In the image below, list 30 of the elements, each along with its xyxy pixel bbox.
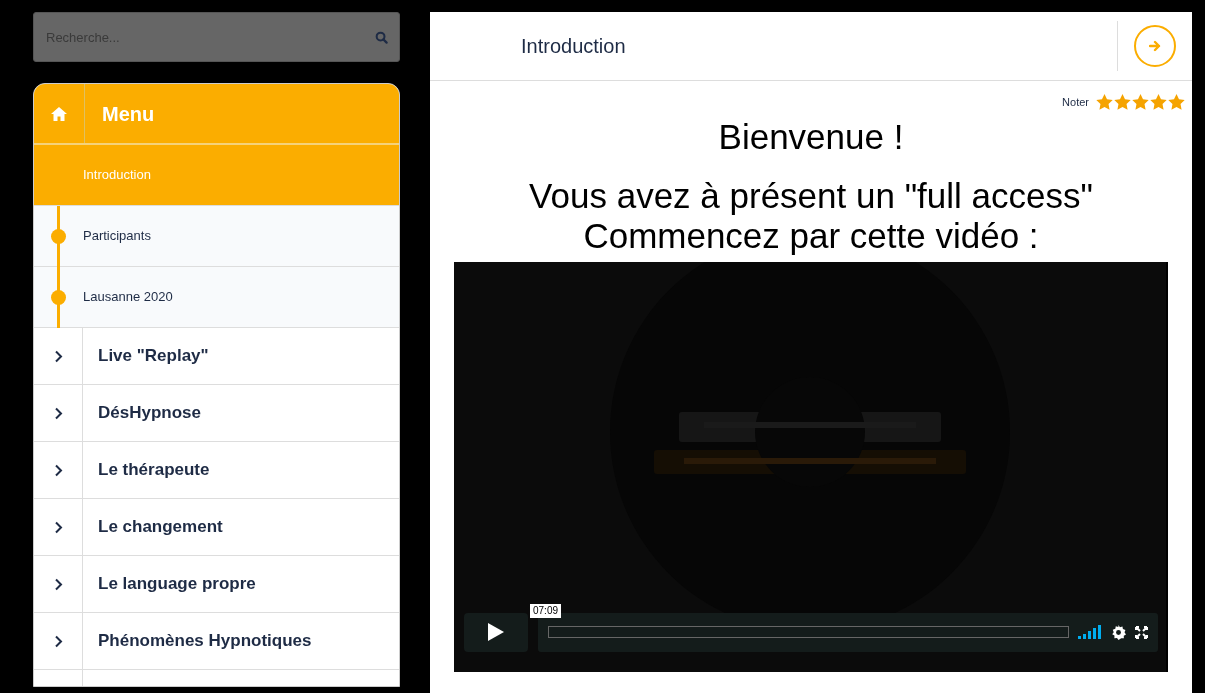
next-button[interactable] bbox=[1134, 25, 1176, 67]
rating-label: Noter bbox=[1062, 95, 1089, 110]
intro-text: Commencez par cette vidéo : bbox=[583, 215, 1039, 256]
progress-track[interactable] bbox=[548, 626, 1069, 638]
section-item[interactable]: Live "Replay" bbox=[34, 328, 399, 385]
star-icon[interactable] bbox=[1114, 94, 1131, 111]
home-icon[interactable] bbox=[50, 105, 68, 122]
fullscreen-icon[interactable] bbox=[1135, 625, 1148, 639]
star-icon[interactable] bbox=[1132, 94, 1149, 111]
star-icon[interactable] bbox=[1150, 94, 1167, 111]
section-item[interactable]: Phénomènes Hypnotiques bbox=[34, 613, 399, 670]
play-button[interactable] bbox=[464, 612, 528, 652]
section-item[interactable]: Le thérapeute bbox=[34, 442, 399, 499]
intro-text: Vous avez à présent un "full access" bbox=[529, 175, 1093, 216]
star-rating[interactable] bbox=[1096, 94, 1185, 111]
star-icon[interactable] bbox=[1168, 94, 1185, 111]
section-item[interactable]: DésHypnose bbox=[34, 385, 399, 442]
settings-icon[interactable] bbox=[1111, 624, 1126, 640]
menu-title: Menu bbox=[102, 101, 155, 127]
lesson-item[interactable]: Participants bbox=[34, 206, 399, 267]
arrow-right-icon bbox=[1149, 40, 1161, 52]
search-icon[interactable] bbox=[375, 31, 388, 44]
section-item[interactable]: Le changement bbox=[34, 499, 399, 556]
welcome-heading: Bienvenue ! bbox=[717, 116, 905, 157]
star-icon[interactable] bbox=[1096, 94, 1113, 111]
lesson-title: Introduction bbox=[521, 34, 627, 59]
section-item[interactable]: Le language propre bbox=[34, 556, 399, 613]
volume-icon[interactable] bbox=[1078, 625, 1102, 639]
play-icon bbox=[487, 622, 505, 642]
lesson-item[interactable]: Lausanne 2020 bbox=[34, 267, 399, 328]
